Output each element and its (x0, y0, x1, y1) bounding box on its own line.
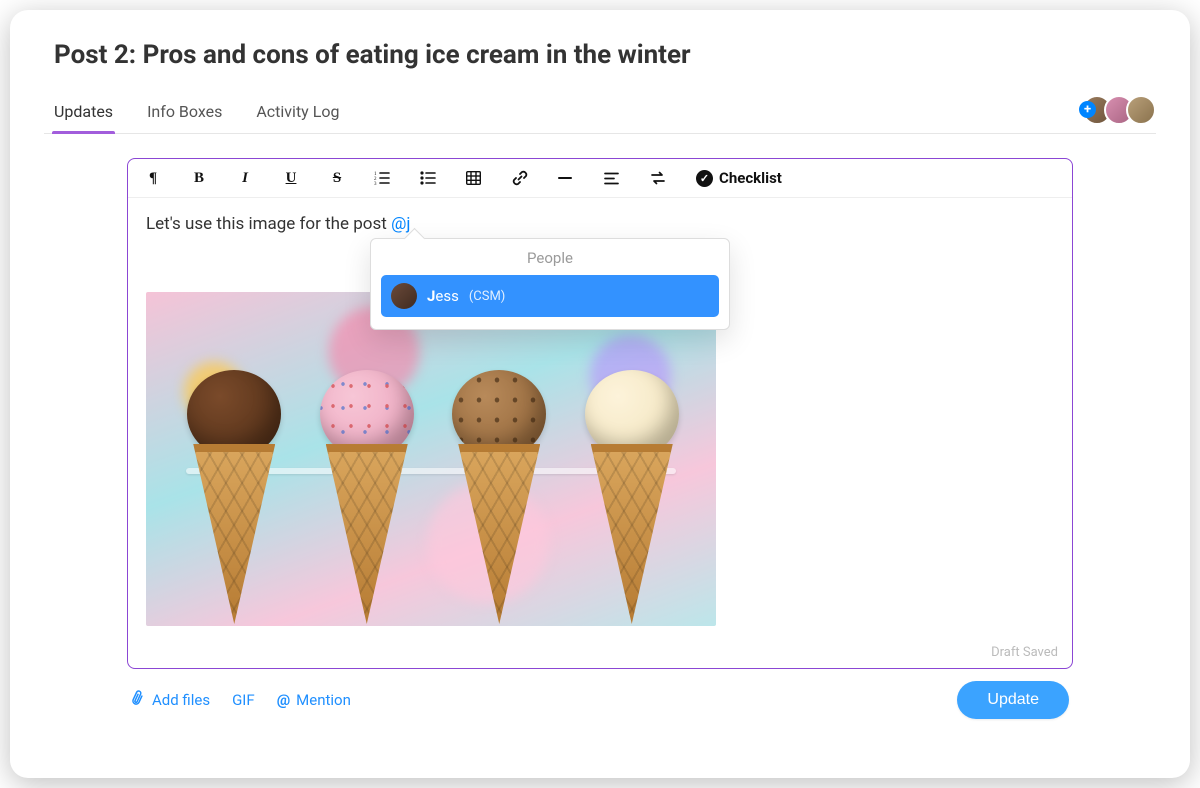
unordered-list-icon[interactable] (420, 171, 438, 185)
tab-info-boxes[interactable]: Info Boxes (147, 92, 222, 133)
paperclip-icon (128, 688, 149, 712)
checklist-button[interactable]: ✓ Checklist (696, 169, 782, 187)
gif-button[interactable]: GIF (232, 691, 255, 709)
align-icon[interactable] (604, 172, 622, 185)
strikethrough-icon[interactable]: S (328, 170, 346, 187)
add-member-icon[interactable]: + (1079, 101, 1096, 118)
attached-image[interactable] (146, 292, 716, 626)
avatar[interactable] (1126, 95, 1156, 125)
mention-suggestions-popup: People Jess (CSM) (370, 238, 730, 330)
table-icon[interactable] (466, 171, 484, 185)
at-icon: @ (277, 691, 290, 709)
add-files-button[interactable]: Add files (131, 690, 210, 710)
mention-suggestion-item[interactable]: Jess (CSM) (381, 275, 719, 317)
bold-icon[interactable]: B (190, 170, 208, 187)
mention-popup-header: People (371, 239, 729, 275)
editor-body[interactable]: Let's use this image for the post @j Peo… (128, 198, 1072, 668)
editor-text: Let's use this image for the post (146, 214, 391, 234)
mention-name: Jess (427, 287, 459, 305)
mention-button[interactable]: @ Mention (277, 691, 351, 709)
update-button[interactable]: Update (957, 681, 1069, 719)
horizontal-rule-icon[interactable] (558, 176, 576, 180)
checklist-label: Checklist (719, 169, 782, 187)
indent-swap-icon[interactable] (650, 171, 668, 185)
mention-role: (CSM) (469, 289, 506, 304)
mention-label: Mention (296, 691, 351, 709)
editor-footer: Add files GIF @ Mention Update (127, 669, 1073, 719)
member-avatars: + (1079, 95, 1156, 131)
italic-icon[interactable]: I (236, 170, 254, 187)
tabs: Updates Info Boxes Activity Log (44, 92, 339, 133)
tab-row: Updates Info Boxes Activity Log + (44, 92, 1156, 134)
add-files-label: Add files (152, 691, 210, 709)
link-icon[interactable] (512, 170, 530, 186)
editor-text-line[interactable]: Let's use this image for the post @j (146, 214, 1054, 234)
page-title: Post 2: Pros and cons of eating ice crea… (54, 40, 1156, 70)
underline-icon[interactable]: U (282, 170, 300, 187)
tab-updates[interactable]: Updates (54, 92, 113, 133)
mention-typed: @j (391, 214, 410, 234)
editor-toolbar: ¶ B I U S 123 (128, 159, 1072, 198)
paragraph-icon[interactable]: ¶ (144, 170, 162, 187)
svg-text:3: 3 (374, 182, 377, 185)
avatar (391, 283, 417, 309)
gif-label: GIF (232, 691, 255, 709)
check-circle-icon: ✓ (696, 170, 713, 187)
update-editor: ¶ B I U S 123 (127, 158, 1073, 669)
draft-status: Draft Saved (991, 645, 1058, 660)
tab-activity-log[interactable]: Activity Log (256, 92, 339, 133)
post-editor-window: Post 2: Pros and cons of eating ice crea… (10, 10, 1190, 778)
ordered-list-icon[interactable]: 123 (374, 171, 392, 185)
